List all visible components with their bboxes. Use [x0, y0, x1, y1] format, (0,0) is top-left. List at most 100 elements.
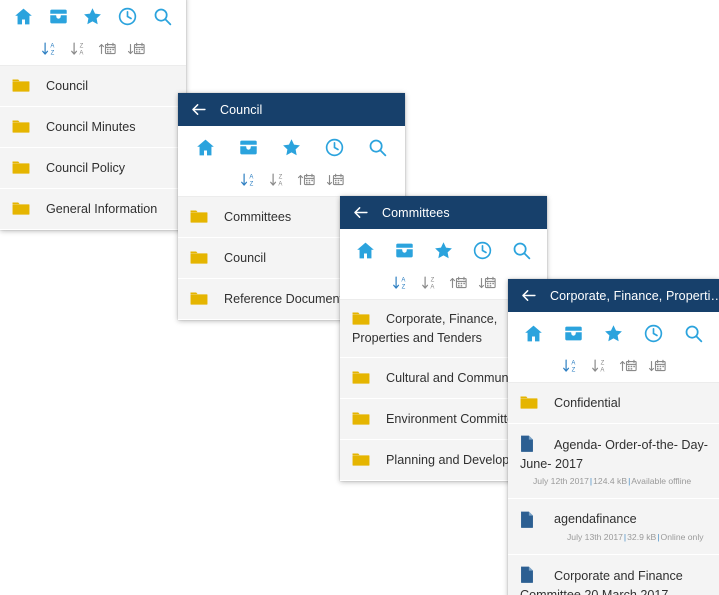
clock-button[interactable] [633, 312, 673, 354]
sort-za-icon: ZA [269, 172, 286, 188]
folder-icon [12, 159, 30, 175]
folder-row[interactable]: Council Minutes [0, 107, 186, 148]
panel-titlebar: Committees [340, 196, 547, 229]
sort-date-desc-button[interactable] [324, 170, 346, 190]
inbox-button[interactable] [554, 312, 594, 354]
home-icon [13, 6, 34, 27]
search-icon [683, 323, 704, 344]
home-button[interactable] [346, 229, 385, 271]
sort-za-icon: ZA [591, 358, 608, 374]
primary-toolbar [0, 0, 186, 37]
item-title: Corporate and Finance Committee 20 March… [520, 569, 683, 595]
inbox-button[interactable] [385, 229, 424, 271]
sort-date-asc-button[interactable] [295, 170, 317, 190]
sort-za-button[interactable]: ZA [588, 356, 610, 376]
sort-date-asc-icon [98, 41, 117, 57]
home-icon [523, 323, 544, 344]
inbox-button[interactable] [41, 0, 76, 37]
inbox-icon [563, 323, 584, 344]
search-button[interactable] [673, 312, 713, 354]
folder-icon [190, 290, 208, 306]
inbox-button[interactable] [227, 126, 270, 168]
item-title: General Information [46, 202, 158, 216]
item-title: Corporate, Finance, Properties and Tende… [352, 312, 498, 345]
folder-row[interactable]: Council [0, 66, 186, 107]
clock-button[interactable] [463, 229, 502, 271]
clock-button[interactable] [110, 0, 145, 37]
svg-text:Z: Z [278, 174, 282, 180]
folder-row[interactable]: General Information [0, 189, 186, 230]
home-button[interactable] [6, 0, 41, 37]
sort-date-asc-icon [619, 358, 638, 374]
star-button[interactable] [270, 126, 313, 168]
star-icon [603, 323, 624, 344]
sort-za-icon: ZA [70, 41, 87, 57]
folder-icon [12, 118, 30, 134]
sort-az-icon: AZ [240, 172, 257, 188]
folder-icon [12, 77, 30, 93]
clock-icon [117, 6, 138, 27]
svg-text:Z: Z [430, 277, 434, 283]
search-button[interactable] [502, 229, 541, 271]
sort-az-icon: AZ [562, 358, 579, 374]
sort-date-desc-button[interactable] [476, 273, 498, 293]
svg-text:A: A [571, 360, 575, 366]
sort-az-button[interactable]: AZ [389, 273, 411, 293]
folder-icon [190, 208, 208, 224]
file-availability: Available offline [631, 476, 692, 486]
document-row[interactable]: agendafinance July 13th 2017|32.9 kB|Onli… [508, 499, 719, 555]
search-button[interactable] [356, 126, 399, 168]
file-availability: Online only [660, 532, 704, 542]
panel-titlebar: Corporate, Finance, Properti… [508, 279, 719, 312]
home-icon [195, 137, 216, 158]
star-icon [433, 240, 454, 261]
item-title: agendafinance [554, 512, 637, 526]
home-button[interactable] [184, 126, 227, 168]
primary-toolbar [178, 126, 405, 168]
file-date: July 13th 2017 [567, 532, 623, 542]
document-row[interactable]: Corporate and Finance Committee 20 March… [508, 555, 719, 595]
sort-az-button[interactable]: AZ [39, 39, 61, 59]
sort-date-desc-button[interactable] [126, 39, 148, 59]
sort-za-button[interactable]: ZA [266, 170, 288, 190]
svg-text:Z: Z [51, 51, 55, 57]
star-button[interactable] [594, 312, 634, 354]
svg-text:A: A [50, 43, 54, 49]
app-stage: A Z Z A Council Council Minutes Council Policy… [0, 0, 719, 595]
item-title: Council [46, 79, 88, 93]
back-arrow-icon[interactable] [520, 287, 537, 304]
item-title: Council Minutes [46, 120, 136, 134]
folder-row[interactable]: Confidential [508, 383, 719, 424]
back-arrow-icon[interactable] [352, 204, 369, 221]
sort-az-button[interactable]: AZ [237, 170, 259, 190]
document-row[interactable]: Agenda- Order-of-the- Day- June- 2017 Jul… [508, 424, 719, 499]
inbox-icon [394, 240, 415, 261]
folder-row[interactable]: Council Policy [0, 148, 186, 189]
sort-az-icon: AZ [392, 275, 409, 291]
folder-icon [190, 249, 208, 265]
panel-titlebar: Council [178, 93, 405, 126]
clock-button[interactable] [313, 126, 356, 168]
svg-text:Z: Z [80, 43, 84, 49]
sort-date-desc-button[interactable] [646, 356, 668, 376]
item-list: Council Council Minutes Council Policy Gene… [0, 65, 186, 230]
star-button[interactable] [76, 0, 111, 37]
sort-za-button[interactable]: ZA [68, 39, 90, 59]
home-button[interactable] [514, 312, 554, 354]
folder-icon [352, 369, 370, 385]
file-meta: July 13th 2017|32.9 kB|Online only [554, 532, 711, 543]
sort-za-button[interactable]: ZA [418, 273, 440, 293]
svg-text:A: A [430, 285, 434, 291]
star-button[interactable] [424, 229, 463, 271]
svg-text:Z: Z [571, 368, 575, 374]
sort-az-button[interactable]: AZ [559, 356, 581, 376]
sort-date-asc-button[interactable] [617, 356, 639, 376]
sort-date-asc-button[interactable] [97, 39, 119, 59]
sort-toolbar: AZZA [508, 354, 719, 382]
panel-corporate: Corporate, Finance, Properti… A Z Z A Confide… [508, 279, 719, 595]
sort-date-asc-button[interactable] [447, 273, 469, 293]
sort-toolbar: AZZA [0, 37, 186, 65]
search-button[interactable] [145, 0, 180, 37]
back-arrow-icon[interactable] [190, 101, 207, 118]
item-title: Committees [224, 210, 292, 224]
